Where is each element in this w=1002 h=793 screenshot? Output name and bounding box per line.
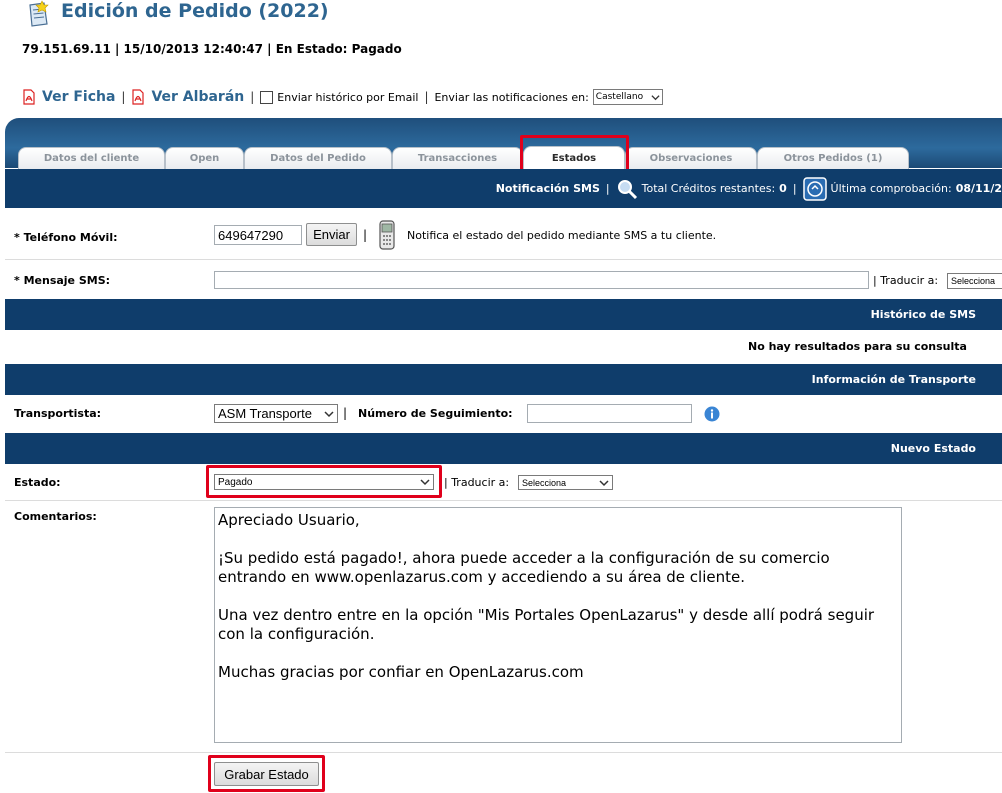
row-divider (5, 500, 1002, 501)
credits-value: 0 (779, 182, 787, 195)
tab-otros-pedidos[interactable]: Otros Pedidos (1) (757, 147, 909, 169)
sms-message-label: * Mensaje SMS: (14, 274, 111, 287)
search-icon[interactable] (616, 178, 638, 200)
sms-translate-select[interactable]: Selecciona (947, 273, 1002, 289)
carrier-select[interactable]: ASM Transporte (214, 404, 338, 423)
ver-albaran-link[interactable]: Ver Albarán (151, 89, 244, 105)
refresh-icon[interactable] (802, 176, 827, 201)
state-label: Estado: (14, 476, 61, 489)
tracking-label: Número de Seguimiento: (358, 407, 513, 420)
highlight-box (206, 465, 442, 498)
row-divider (5, 259, 1002, 260)
state-translate-label: | Traducir a: (444, 476, 510, 489)
tab-label: Datos del Pedido (270, 153, 366, 164)
email-history-label: Enviar histórico por Email (277, 90, 419, 104)
transport-title: Información de Transporte (811, 373, 976, 386)
edit-document-icon (29, 0, 49, 27)
page-title: Edición de Pedido (2022) (61, 0, 329, 22)
last-check-label: Última comprobación: (830, 182, 952, 195)
send-sms-button[interactable]: Enviar (306, 223, 357, 246)
tracking-input[interactable] (527, 404, 692, 423)
tab-open[interactable]: Open (165, 147, 244, 169)
chevron-down-icon (651, 95, 660, 101)
comments-textarea[interactable]: Apreciado Usuario, ¡Su pedido está pagad… (214, 507, 902, 743)
order-summary: 79.151.69.11 | 15/10/2013 12:40:47 | En … (22, 42, 402, 56)
notifications-label: Enviar las notificaciones en: (434, 90, 589, 104)
info-icon[interactable] (704, 406, 720, 422)
sms-translate-label: | Traducir a: (873, 274, 939, 287)
sms-translate-value: Selecciona (951, 276, 996, 286)
transport-header: Información de Transporte (5, 364, 1002, 395)
credits-label: Total Créditos restantes: (641, 182, 776, 195)
notification-language-value: Castellano (595, 92, 644, 102)
comments-label: Comentarios: (14, 510, 97, 523)
tab-datos-pedido[interactable]: Datos del Pedido (244, 147, 392, 169)
tab-label: Datos del cliente (43, 153, 140, 164)
sms-history-header: Histórico de SMS (5, 299, 1002, 330)
state-translate-select[interactable]: Selecciona (518, 475, 613, 490)
separator: | (343, 406, 348, 420)
phone-input[interactable] (214, 225, 302, 245)
chevron-down-icon (324, 410, 334, 417)
tab-label: Open (189, 153, 220, 164)
sms-message-input[interactable] (214, 271, 869, 289)
carrier-value: ASM Transporte (218, 406, 312, 421)
sms-notify-text: Notifica el estado del pedido mediante S… (407, 229, 717, 242)
sms-notification-bar: Notificación SMS | Total Créditos restan… (5, 169, 1002, 208)
email-history-checkbox[interactable] (260, 90, 274, 104)
separator: | (424, 90, 429, 104)
new-state-title: Nuevo Estado (890, 442, 976, 455)
last-check-value: 08/11/2 (955, 182, 1002, 195)
sms-bar-title: Notificación SMS (495, 182, 600, 195)
separator: | (363, 228, 368, 242)
ver-ficha-link[interactable]: Ver Ficha (42, 89, 115, 105)
tab-transacciones[interactable]: Transacciones (392, 147, 523, 169)
tab-observaciones[interactable]: Observaciones (625, 147, 757, 169)
phone-label: * Teléfono Móvil: (14, 231, 118, 244)
separator: | (250, 90, 255, 104)
links-bar: Ver Ficha | Ver Albarán | Enviar históri… (22, 86, 663, 108)
highlight-box (208, 755, 325, 792)
tab-label: Observaciones (649, 153, 733, 164)
state-translate-value: Selecciona (522, 477, 567, 488)
chevron-down-icon (599, 479, 609, 486)
pdf-icon (132, 89, 145, 105)
mobile-phone-icon (379, 220, 395, 250)
tab-datos-cliente[interactable]: Datos del cliente (18, 147, 165, 169)
carrier-label: Transportista: (14, 407, 102, 420)
sms-history-empty: No hay resultados para su consulta (748, 340, 967, 353)
row-divider (5, 752, 1002, 753)
pdf-icon (23, 89, 35, 105)
separator: | (121, 90, 126, 104)
new-state-header: Nuevo Estado (5, 433, 1002, 464)
tab-label: Transacciones (417, 153, 498, 164)
tab-label: Otros Pedidos (1) (783, 153, 883, 164)
notification-language-select[interactable]: Castellano (592, 89, 663, 105)
sms-history-title: Histórico de SMS (870, 308, 976, 321)
